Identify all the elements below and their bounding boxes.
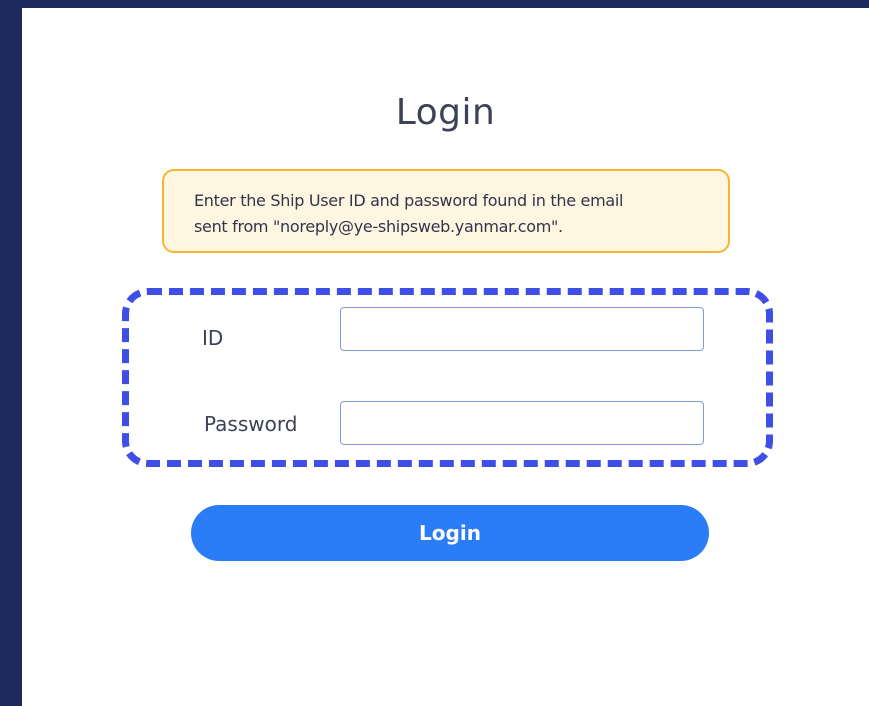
notice-line-2: sent from "noreply@ye-shipsweb.yanmar.co… xyxy=(194,217,563,236)
id-input[interactable] xyxy=(340,307,704,351)
login-button[interactable]: Login xyxy=(191,505,709,561)
password-label: Password xyxy=(204,412,298,436)
notice-line-1: Enter the Ship User ID and password foun… xyxy=(194,191,624,210)
page-title: Login xyxy=(395,92,496,133)
password-input[interactable] xyxy=(340,401,704,445)
login-panel: Login Enter the Ship User ID and passwor… xyxy=(22,8,869,706)
id-label: ID xyxy=(202,326,224,350)
info-notice: Enter the Ship User ID and password foun… xyxy=(162,169,730,253)
